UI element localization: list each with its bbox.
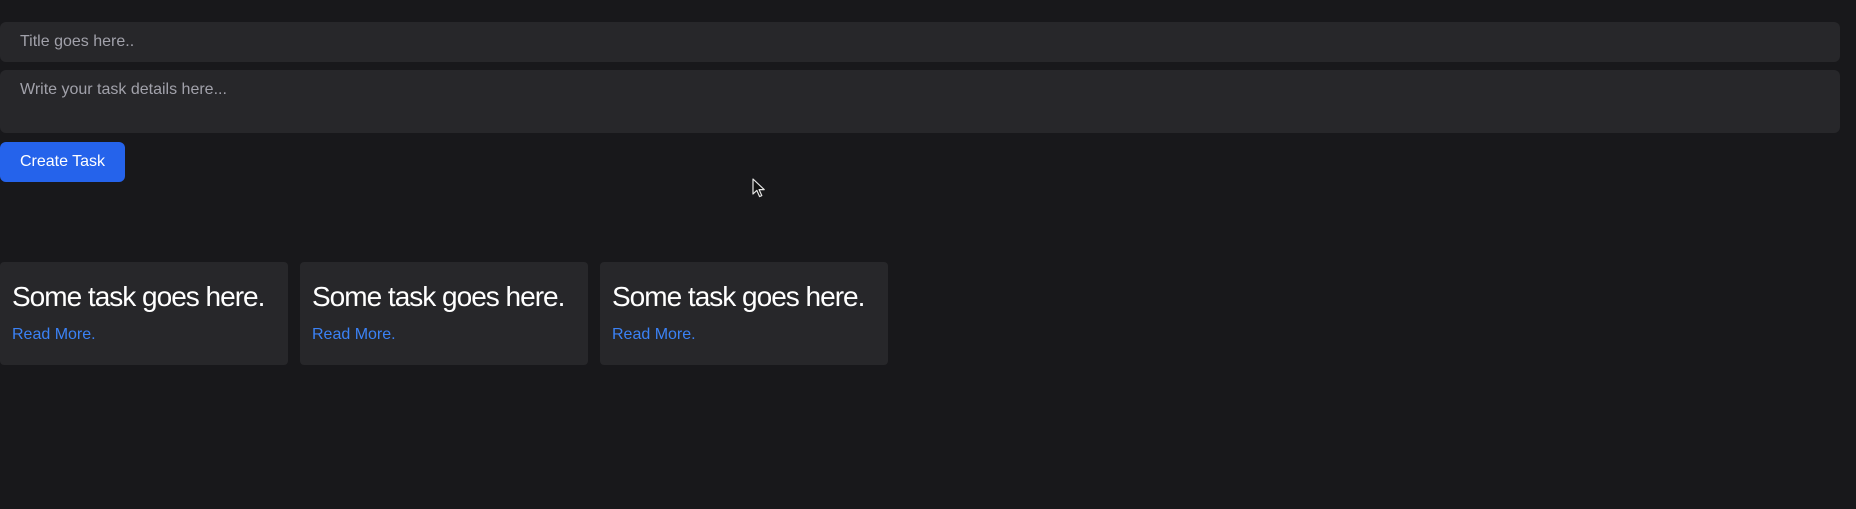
read-more-link[interactable]: Read More. <box>312 326 396 344</box>
task-list: Some task goes here. Read More. Some tas… <box>0 262 888 365</box>
read-more-link[interactable]: Read More. <box>612 326 696 344</box>
task-card: Some task goes here. Read More. <box>300 262 588 365</box>
task-card: Some task goes here. Read More. <box>0 262 288 365</box>
task-title: Some task goes here. <box>12 281 265 312</box>
mouse-pointer-icon <box>752 178 765 198</box>
task-card: Some task goes here. Read More. <box>600 262 888 365</box>
read-more-link[interactable]: Read More. <box>12 326 96 344</box>
task-details-input[interactable] <box>0 70 1840 133</box>
task-title: Some task goes here. <box>312 281 565 312</box>
task-form: Create Task <box>0 22 1840 182</box>
create-task-button[interactable]: Create Task <box>0 142 125 182</box>
task-title: Some task goes here. <box>612 281 865 312</box>
title-input[interactable] <box>0 22 1840 62</box>
